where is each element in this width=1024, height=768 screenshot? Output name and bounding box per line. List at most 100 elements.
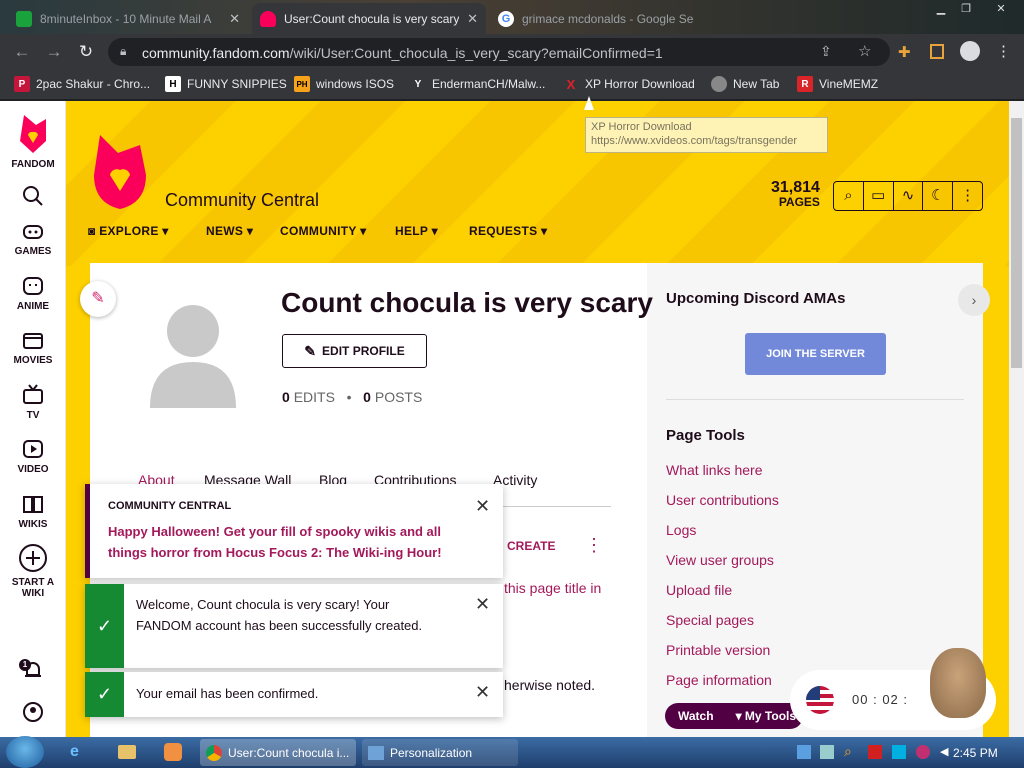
volume-icon[interactable]: ◀	[940, 745, 948, 758]
banner-text[interactable]: Happy Halloween! Get your fill of spooky…	[108, 521, 478, 563]
window-close-icon[interactable]: ✕	[990, 2, 1012, 18]
link-user-contributions[interactable]: User contributions	[666, 492, 779, 508]
nav-video[interactable]: VIDEO	[0, 438, 66, 475]
link-printable-version[interactable]: Printable version	[666, 642, 770, 658]
tray-icon[interactable]	[797, 745, 811, 759]
forward-icon[interactable]: →	[44, 42, 64, 62]
share-icon[interactable]: ⇪	[820, 43, 832, 60]
close-tab-icon[interactable]: ✕	[467, 11, 478, 27]
community-header: Community Central ◙ EXPLORE ▾ NEWS ▾ COM…	[66, 101, 1009, 266]
bookmark-windows-isos[interactable]: PH windows ISOS	[294, 76, 394, 92]
nav-start-a-wiki[interactable]: START A WIKI	[0, 543, 66, 599]
edit-pencil-icon[interactable]: ✎	[80, 281, 116, 317]
bookmark-endermanch[interactable]: Y EndermanCH/Malw...	[410, 76, 546, 92]
fandom-heart-flame-logo-icon[interactable]	[90, 131, 150, 211]
close-tab-icon[interactable]: ✕	[229, 11, 240, 27]
back-icon[interactable]: ←	[12, 42, 32, 62]
nav-label: GAMES	[14, 246, 52, 257]
welcome-banner: ✓ Welcome, Count chocula is very scary! …	[85, 584, 503, 668]
taskbar-personalization-window[interactable]: Personalization	[362, 739, 518, 766]
bookmark-2pac[interactable]: P 2pac Shakur - Chro...	[14, 76, 150, 92]
plus-circle-icon	[19, 544, 47, 572]
minimize-icon[interactable]: ▁	[930, 2, 952, 18]
app-icon[interactable]	[164, 743, 182, 761]
close-icon[interactable]: ✕	[475, 496, 490, 517]
nav-news[interactable]: NEWS ▾	[206, 224, 253, 238]
nav-help[interactable]: HELP ▾	[395, 224, 438, 238]
link-what-links-here[interactable]: What links here	[666, 462, 762, 478]
email-confirmed-banner: ✓ Your email has been confirmed. ✕	[85, 672, 503, 717]
bookmark-new-tab[interactable]: New Tab	[711, 76, 779, 92]
notifications-button[interactable]: 1	[0, 659, 66, 685]
tab-google-search[interactable]: G grimace mcdonalds - Google Se	[490, 3, 710, 34]
rail-collapse-chevron-icon[interactable]: ›	[958, 284, 990, 316]
address-bar[interactable]: 🔒︎ community.fandom.com/wiki/User:Count_…	[108, 38, 890, 66]
nav-tv[interactable]: TV	[0, 384, 66, 421]
watch-button[interactable]: Watch	[678, 709, 714, 723]
explorer-folder-icon[interactable]	[118, 745, 136, 759]
edit-profile-button[interactable]: ✎ EDIT PROFILE	[282, 334, 427, 368]
search-icon	[23, 186, 43, 206]
join-server-button[interactable]: JOIN THE SERVER	[745, 333, 886, 375]
dark-mode-moon-icon[interactable]: ☾	[923, 182, 954, 210]
tray-search-icon[interactable]: ⌕	[844, 743, 852, 760]
bookmark-xp-horror[interactable]: X XP Horror Download	[563, 76, 695, 92]
banner-heading: COMMUNITY CENTRAL	[108, 500, 232, 512]
bookmark-vinememz[interactable]: R VineMEMZ	[797, 76, 878, 92]
menu-kebab-icon[interactable]: ⋮	[996, 42, 1011, 60]
discussions-icon[interactable]: ▭	[864, 182, 894, 210]
nav-wikis[interactable]: WIKIS	[0, 493, 66, 530]
search-icon[interactable]: ⌕	[834, 182, 864, 210]
link-upload-file[interactable]: Upload file	[666, 582, 732, 598]
nav-community[interactable]: COMMUNITY ▾	[280, 224, 366, 238]
bookmark-label: XP Horror Download	[585, 77, 695, 91]
ie-icon[interactable]: e	[70, 743, 79, 761]
link-page-information[interactable]: Page information	[666, 672, 772, 688]
nav-requests[interactable]: REQUESTS ▾	[469, 224, 547, 238]
user-account-button[interactable]	[0, 701, 66, 727]
profile-avatar-icon[interactable]	[960, 41, 980, 61]
fandom-home-link[interactable]: FANDOM	[0, 111, 66, 170]
close-icon[interactable]: ✕	[475, 594, 490, 615]
taskbar-clock[interactable]: 2:45 PM	[953, 746, 998, 760]
taskbar-chrome-window[interactable]: User:Count chocula i...	[200, 739, 356, 766]
my-tools-label: My Tools	[744, 709, 797, 723]
nav-label: NEWS	[206, 224, 244, 238]
tray-icon[interactable]	[820, 745, 834, 759]
page-scrollbar-thumb[interactable]	[1011, 118, 1022, 368]
tray-network-icon[interactable]	[892, 745, 906, 759]
start-orb-icon[interactable]	[6, 736, 44, 768]
nav-games[interactable]: GAMES	[0, 220, 66, 257]
maximize-icon[interactable]: ❐	[955, 2, 977, 18]
wiki-name[interactable]: Community Central	[165, 190, 319, 211]
nav-movies[interactable]: MOVIES	[0, 329, 66, 366]
create-button[interactable]: CREATE	[507, 539, 555, 553]
reload-icon[interactable]: ↻	[76, 42, 96, 62]
tab-8minuteinbox[interactable]: 8minuteInbox - 10 Minute Mail A ✕	[8, 3, 248, 34]
nav-explore[interactable]: ◙ EXPLORE ▾	[88, 224, 169, 238]
more-actions-icon[interactable]: ⋮	[585, 535, 603, 556]
link-logs[interactable]: Logs	[666, 522, 696, 538]
bookmark-star-icon[interactable]: ☆	[858, 42, 871, 60]
nav-anime[interactable]: ANIME	[0, 275, 66, 312]
bookmark-favicon-icon: R	[797, 76, 813, 92]
hamster-mascot-icon	[930, 648, 986, 718]
search-button[interactable]	[0, 185, 66, 211]
edits-label: EDITS	[293, 389, 335, 405]
sidebar-panel-icon[interactable]	[930, 44, 944, 59]
my-tools-button[interactable]: ▾ My Tools	[736, 709, 796, 723]
bookmark-funny-snippies[interactable]: H FUNNY SNIPPIES	[165, 76, 287, 92]
link-view-user-groups[interactable]: View user groups	[666, 552, 774, 568]
tooltip-url: https://www.xvideos.com/tags/transgender	[591, 135, 798, 147]
clapperboard-icon	[23, 333, 43, 349]
bookmark-label: EndermanCH/Malw...	[432, 77, 546, 91]
tray-app-icon[interactable]	[916, 745, 930, 759]
link-special-pages[interactable]: Special pages	[666, 612, 754, 628]
more-options-icon[interactable]: ⋮	[953, 182, 982, 210]
tray-flag-icon[interactable]	[868, 745, 882, 759]
close-icon[interactable]: ✕	[475, 682, 490, 703]
user-icon	[23, 702, 43, 722]
recent-changes-icon[interactable]: ∿	[894, 182, 924, 210]
tab-active-user-page[interactable]: User:Count chocula is very scary ✕	[252, 3, 486, 34]
extensions-puzzle-icon[interactable]: ✚	[898, 43, 911, 61]
